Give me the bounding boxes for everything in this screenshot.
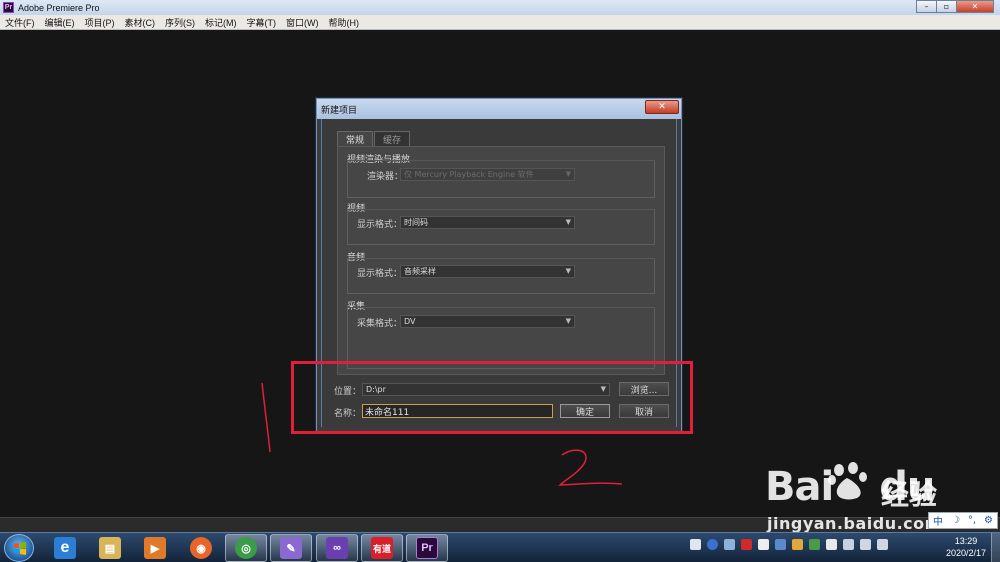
annotation-mark-one	[261, 382, 271, 453]
paint-icon: ✎	[280, 537, 302, 559]
baidu-paw-icon	[828, 462, 867, 500]
security-icon[interactable]	[741, 539, 752, 550]
moon-icon[interactable]: ☽	[951, 515, 960, 526]
watermark-url: jingyan.baidu.com	[767, 514, 942, 533]
start-button[interactable]	[4, 534, 34, 562]
system-tray	[690, 539, 894, 550]
taskbar-premiere[interactable]: Pr	[406, 534, 448, 562]
clock[interactable]: 13:29 2020/2/17	[946, 535, 986, 559]
taskbar-media-player[interactable]: ▶	[134, 534, 176, 562]
firefox-icon: ◉	[190, 537, 212, 559]
visual-studio-icon: ∞	[326, 537, 348, 559]
taskbar-internet-explorer[interactable]: e	[44, 534, 86, 562]
show-desktop-button[interactable]	[991, 533, 1000, 562]
taskbar-firefox[interactable]: ◉	[180, 534, 222, 562]
premiere-icon: Pr	[416, 537, 438, 559]
taskbar-visual-studio[interactable]: ∞	[316, 534, 358, 562]
clock-time: 13:29	[954, 536, 978, 546]
chrome-icon: ◎	[235, 537, 257, 559]
gear-icon[interactable]: ⚙	[984, 515, 993, 526]
internet-explorer-icon: e	[54, 537, 76, 559]
taskbar-file-explorer[interactable]: ▤	[89, 534, 131, 562]
ime-mode[interactable]: 中	[933, 513, 943, 528]
display-icon[interactable]	[843, 539, 854, 550]
punctuation-icon[interactable]: °,	[968, 515, 976, 526]
windows-logo-icon	[14, 542, 26, 555]
youdao-icon: 有道	[371, 537, 393, 559]
keyboard-icon[interactable]	[724, 539, 735, 550]
taskbar-paint[interactable]: ✎	[270, 534, 312, 562]
shield-icon[interactable]	[792, 539, 803, 550]
annotation-mark-two	[558, 449, 623, 486]
bluetooth-icon[interactable]	[775, 539, 786, 550]
media-player-icon: ▶	[144, 537, 166, 559]
taskbar: e ▤ ▶ ◉ ◎ ✎ ∞ 有道 Pr 13:29 2020/2/17	[0, 532, 1000, 562]
volume-icon[interactable]	[877, 539, 888, 550]
watermark-cn: 经验	[881, 478, 938, 511]
clock-date: 2020/2/17	[945, 548, 986, 558]
action-center-icon[interactable]	[690, 539, 701, 550]
update-icon[interactable]	[809, 539, 820, 550]
taskbar-youdao[interactable]: 有道	[361, 534, 403, 562]
network-icon[interactable]	[860, 539, 871, 550]
ime-toolbar[interactable]: 中 ☽ °, ⚙	[928, 512, 998, 529]
tray-app-icon[interactable]	[758, 539, 769, 550]
flag-icon[interactable]	[826, 539, 837, 550]
taskbar-chrome[interactable]: ◎	[225, 534, 267, 562]
help-icon[interactable]	[707, 539, 718, 550]
folder-icon: ▤	[99, 537, 121, 559]
